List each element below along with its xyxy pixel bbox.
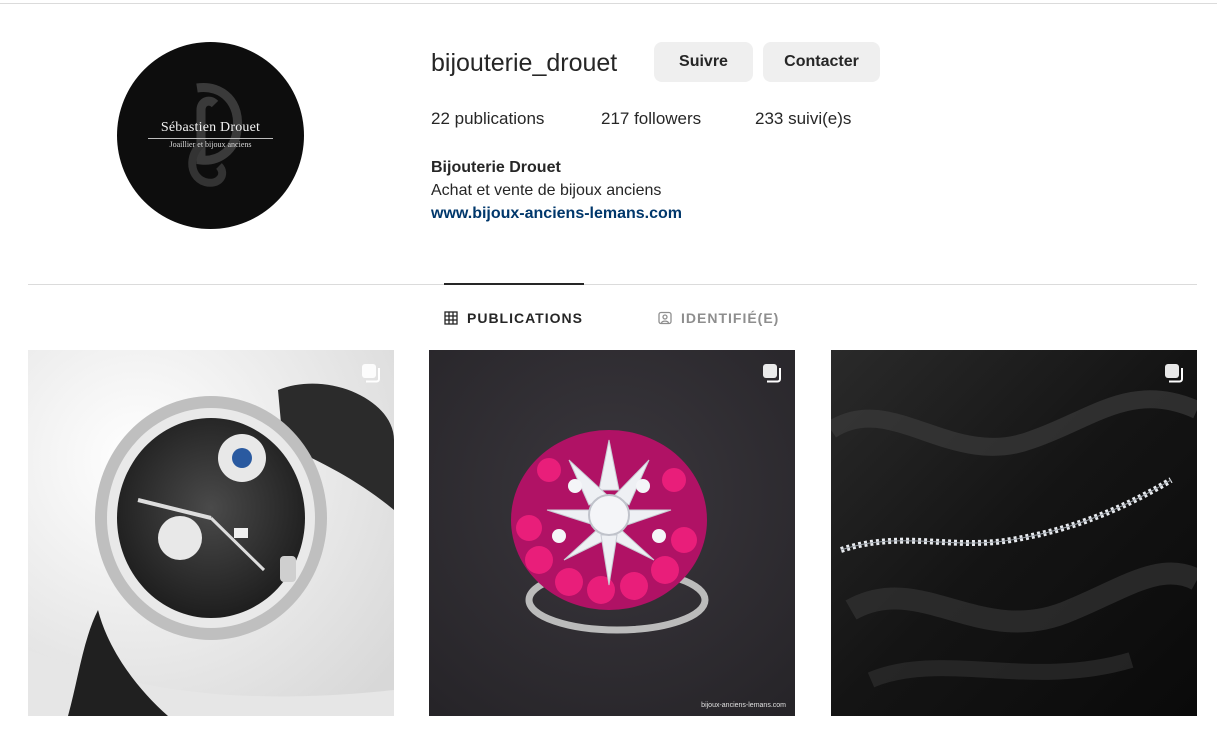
following-count[interactable]: 233 suivi(e)s [755, 109, 851, 131]
active-tab-indicator [444, 283, 584, 285]
profile-description: Achat et vente de bijoux anciens [431, 182, 662, 199]
bracelet-photo [831, 350, 1197, 716]
carousel-icon [362, 364, 380, 383]
tab-publications-label: PUBLICATIONS [467, 310, 583, 326]
avatar-divider [148, 138, 273, 139]
post-tile-watch[interactable] [28, 350, 394, 716]
post-tile-bracelet[interactable] [831, 350, 1197, 716]
follow-button[interactable]: Suivre [654, 42, 753, 82]
profile-full-name: Bijouterie Drouet [431, 159, 561, 176]
post-watermark: bijoux-anciens-lemans.com [701, 702, 786, 709]
avatar-brand-subtitle: Joaillier et bijoux anciens [169, 140, 252, 149]
carousel-icon [1165, 364, 1183, 383]
tabs-divider [28, 284, 1197, 285]
tagged-user-icon [658, 311, 672, 325]
profile-avatar[interactable]: Sébastien Drouet Joaillier et bijoux anc… [117, 42, 304, 229]
ring-photo [429, 350, 795, 716]
followers-count[interactable]: 217 followers [601, 109, 755, 131]
posts-count: 22 publications [431, 109, 545, 128]
tab-publications[interactable]: PUBLICATIONS [444, 307, 583, 329]
avatar-brand-name: Sébastien Drouet [160, 120, 261, 135]
tab-tagged[interactable]: IDENTIFIÉ(E) [658, 307, 779, 329]
carousel-icon [763, 364, 781, 383]
profile-bio: Bijouterie Drouet Achat et vente de bijo… [431, 156, 682, 225]
tab-tagged-label: IDENTIFIÉ(E) [681, 310, 780, 326]
grid-icon [444, 311, 458, 325]
contact-button[interactable]: Contacter [763, 42, 880, 82]
profile-username: bijouterie_drouet [431, 49, 618, 77]
top-border [0, 3, 1217, 4]
profile-stats: 22 publications 217 followers 233 suivi(… [431, 109, 851, 131]
watch-photo [28, 350, 394, 716]
profile-website-link[interactable]: www.bijoux-anciens-lemans.com [431, 202, 682, 225]
post-tile-ring[interactable]: bijoux-anciens-lemans.com [429, 350, 795, 716]
